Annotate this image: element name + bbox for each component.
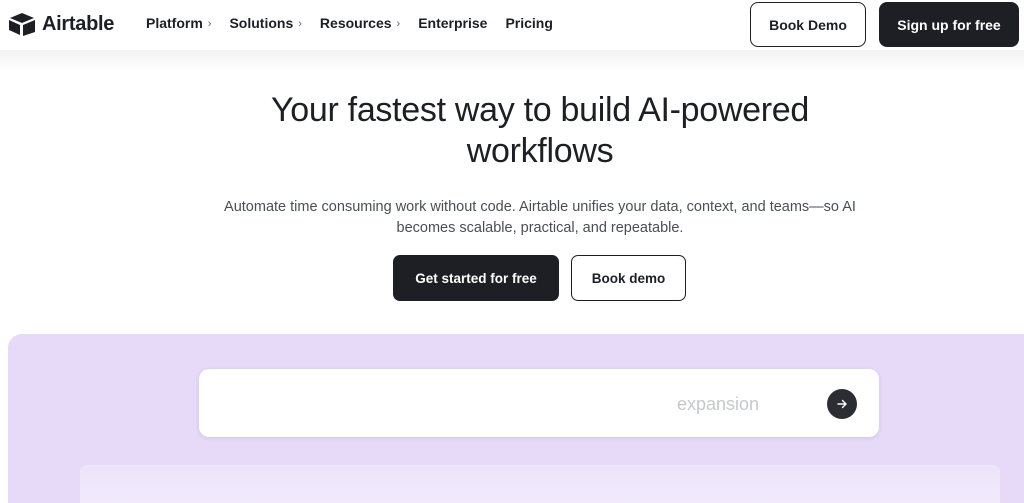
- hero-title: Your fastest way to build AI-powered wor…: [200, 90, 880, 172]
- get-started-button[interactable]: Get started for free: [393, 255, 559, 301]
- airtable-logo-icon: [9, 13, 35, 36]
- nav-item-label: Enterprise: [418, 15, 488, 31]
- chevron-right-icon: ›: [396, 17, 401, 30]
- prompt-input[interactable]: [199, 369, 879, 437]
- airtable-logo[interactable]: Airtable: [8, 12, 114, 36]
- site-header: Airtable Platform › Solutions › Resource…: [0, 0, 1024, 50]
- nav-item-label: Platform: [146, 15, 203, 31]
- hero-book-demo-button[interactable]: Book demo: [571, 255, 686, 301]
- hero-subtitle-line: Automate time consuming work without cod…: [224, 199, 856, 215]
- arrow-right-icon: [837, 399, 847, 409]
- nav-item-enterprise[interactable]: Enterprise: [418, 15, 487, 31]
- chevron-right-icon: ›: [207, 17, 212, 30]
- nav-item-platform[interactable]: Platform ›: [146, 15, 211, 31]
- main-nav: Platform › Solutions › Resources › Enter…: [146, 15, 553, 31]
- app-preview: [80, 465, 1000, 503]
- hero-title-line: workflows: [466, 132, 614, 170]
- nav-item-label: Resources: [319, 15, 392, 31]
- logo-wordmark: Airtable: [42, 12, 115, 35]
- chevron-right-icon: ›: [298, 17, 302, 30]
- hero-subtitle: Automate time consuming work without cod…: [180, 197, 900, 239]
- nav-item-resources[interactable]: Resources ›: [320, 15, 400, 31]
- nav-item-label: Pricing: [505, 15, 553, 31]
- hero-title-line: Your fastest way to build AI-powered: [271, 91, 809, 129]
- nav-item-solutions[interactable]: Solutions ›: [229, 15, 301, 31]
- hero-subtitle-line: becomes scalable, practical, and repeata…: [396, 220, 684, 236]
- signup-button[interactable]: Sign up for free: [879, 2, 1019, 47]
- book-demo-button[interactable]: Book Demo: [750, 2, 866, 47]
- prompt-submit-button[interactable]: [827, 389, 857, 419]
- nav-item-pricing[interactable]: Pricing: [505, 15, 552, 31]
- nav-item-label: Solutions: [229, 15, 294, 31]
- header-divider: [0, 50, 1024, 70]
- prompt-animated-text: expansion: [677, 394, 760, 414]
